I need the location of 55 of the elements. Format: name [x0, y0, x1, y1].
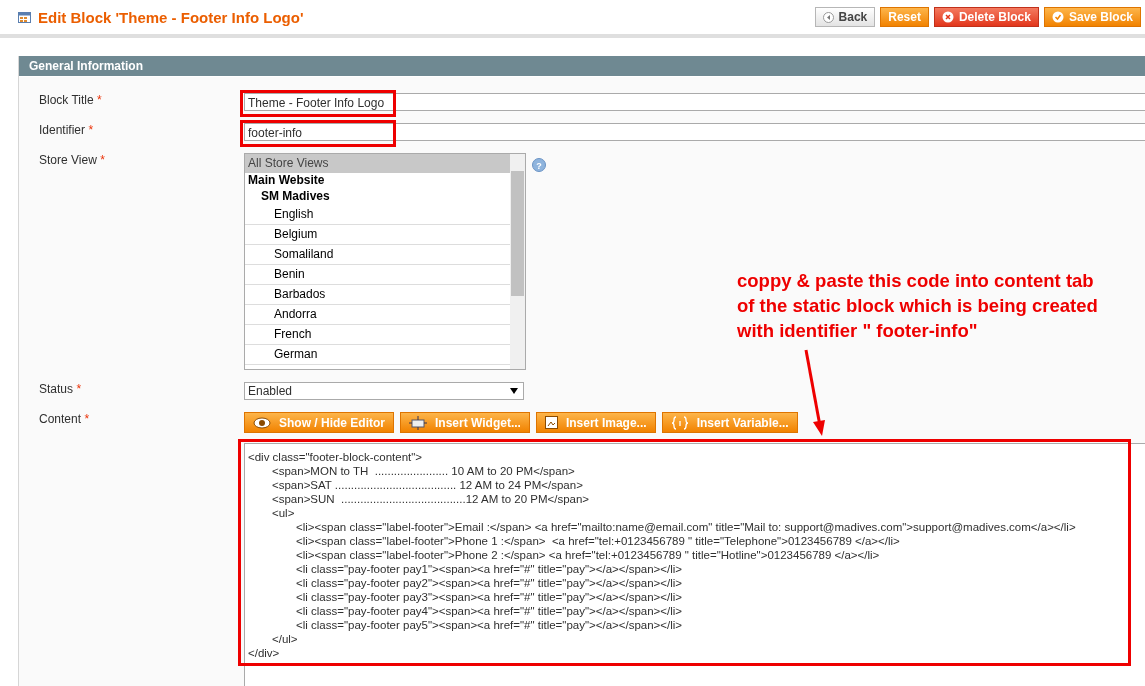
store-option[interactable]: Belgium: [245, 225, 510, 245]
field-label: Block Title: [39, 92, 94, 107]
field-label: Content: [39, 411, 82, 426]
code-line: </div>: [248, 646, 281, 660]
code-line: <span>SUN .......................................12 AM to 20 PM</span>: [271, 492, 591, 506]
eye-icon: [253, 416, 271, 429]
required-mark: *: [100, 153, 105, 167]
store-option[interactable]: Barbados: [245, 285, 510, 305]
option-group-label: SM Madives: [260, 189, 331, 205]
code-line: <li class="pay-footer pay5"><span><a href="#" title="pay"></a></span></li>: [295, 618, 684, 632]
section-header: General Information: [19, 56, 1145, 77]
back-icon: [822, 11, 834, 23]
annotation-text: coppy & paste this code into content tab of the static block which is being created with identifier " footer-info": [737, 269, 1099, 343]
code-line: <li class="pay-footer pay2"><span><a href="#" title="pay"></a></span></li>: [295, 576, 684, 590]
code-line: <li class="pay-footer pay4"><span><a href="#" title="pay"></a></span></li>: [295, 604, 684, 618]
code-line: <li><span class="label-footer">Phone 2 :</span> <a href="tel:+0123456789 " title="Hotline">0123456789 </a></li>: [295, 548, 881, 562]
store-option[interactable]: French: [245, 325, 510, 345]
code-line: <span>MON to TH ....................... 10 AM to 20 PM</span>: [271, 464, 576, 478]
code-line: <li><span class="label-footer">Email :</span> <a href="mailto:name@email.com" title="Mail to: support@madives.com">support@madives.com</a></li>: [295, 520, 1077, 534]
required-mark: *: [76, 382, 82, 396]
input-field[interactable]: Theme - Footer Info Logo: [244, 93, 1145, 111]
field-label: Store View: [39, 152, 97, 167]
code-line: <li class="pay-footer pay1"><span><a href="#" title="pay"></a></span></li>: [295, 562, 684, 576]
code-line: <div class="footer-block-content">: [248, 450, 424, 464]
scrollbar[interactable]: [510, 154, 525, 369]
close-icon: [941, 11, 954, 23]
dropdown-arrow-icon: [510, 388, 518, 394]
code-line: <ul>: [271, 506, 296, 520]
required-mark: *: [97, 93, 102, 107]
braces-icon: [670, 415, 689, 430]
required-mark: *: [84, 412, 90, 426]
store-view-listbox[interactable]: All Store Views Main Website SM Madives English Belgium Somaliland Benin Barbados Andorra French German: [244, 153, 526, 370]
store-option[interactable]: English: [245, 205, 510, 225]
page-title: Edit Block 'Theme - Footer Info Logo': [38, 8, 304, 26]
back-button[interactable]: Back: [814, 7, 876, 27]
grid-icon: [18, 11, 31, 23]
option-group-label: Main Website: [247, 173, 326, 189]
image-icon: [544, 416, 558, 429]
store-option[interactable]: German: [245, 345, 510, 365]
delete-button[interactable]: Delete Block: [933, 7, 1039, 27]
status-dropdown[interactable]: Enabled: [244, 382, 524, 400]
code-line: <li class="pay-footer pay3"><span><a href="#" title="pay"></a></span></li>: [295, 590, 684, 604]
field-label: Identifier: [39, 122, 86, 137]
required-mark: *: [88, 123, 94, 137]
store-option[interactable]: All Store Views: [245, 154, 510, 173]
store-option[interactable]: Andorra: [245, 305, 510, 325]
code-line: </ul>: [271, 632, 299, 646]
field-label: Status: [39, 381, 74, 396]
store-option[interactable]: Somaliland: [245, 245, 510, 265]
check-icon: [1051, 11, 1064, 23]
code-line: <span>SAT ...................................... 12 AM to 24 PM</span>: [271, 478, 584, 492]
store-option[interactable]: Benin: [245, 265, 510, 285]
input-field[interactable]: footer-info: [244, 123, 1145, 141]
code-line: <li><span class="label-footer">Phone 1 :</span> <a href="tel:+0123456789 " title="Telephone">0123456789 </a></li>: [295, 534, 901, 548]
widget-icon: [409, 415, 427, 430]
